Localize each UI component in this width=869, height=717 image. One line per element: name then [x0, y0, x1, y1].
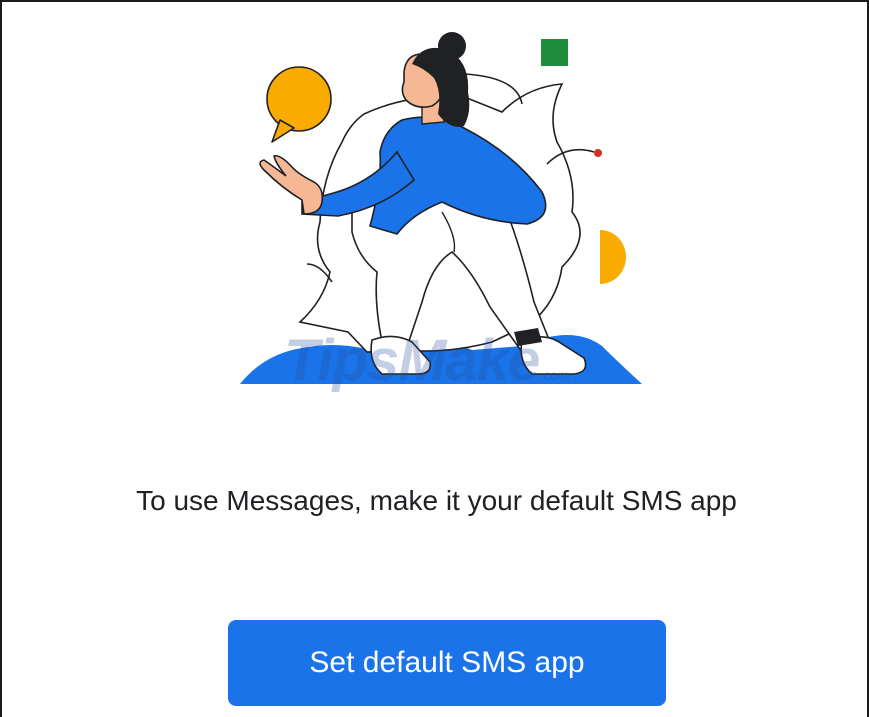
hair-bun-shape	[438, 32, 466, 60]
watermark-text: TipsMake	[284, 328, 540, 393]
watermark-suffix: .com	[539, 367, 570, 383]
speech-bubble-shape	[266, 66, 332, 132]
watermark: TipsMake.com	[284, 327, 570, 394]
yellow-half-circle-shape	[600, 230, 626, 284]
set-default-sms-app-button[interactable]: Set default SMS app	[228, 620, 666, 706]
red-dot-shape	[594, 149, 602, 157]
green-square-shape	[541, 39, 568, 66]
default-sms-message: To use Messages, make it your default SM…	[136, 485, 737, 516]
dialog-frame: TipsMake.com To use Messages, make it yo…	[0, 0, 869, 717]
hand-shape	[259, 154, 324, 215]
